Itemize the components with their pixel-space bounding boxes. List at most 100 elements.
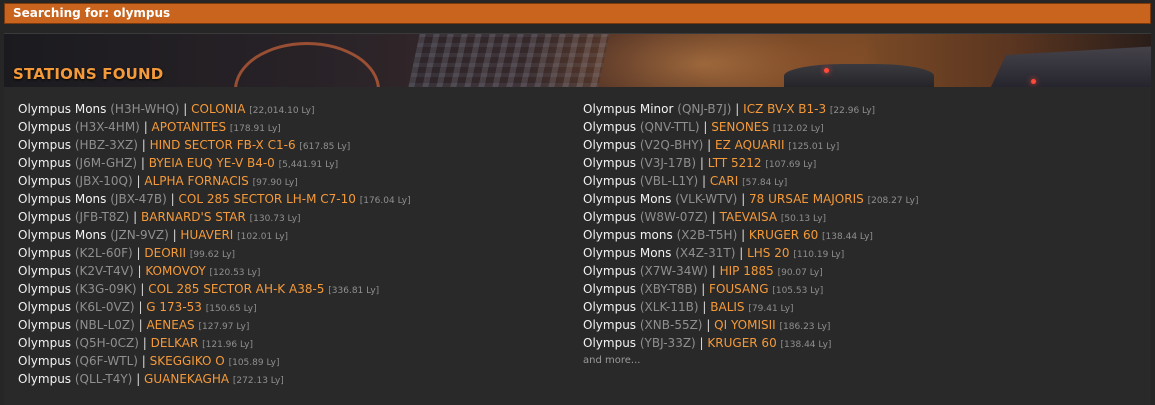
system-link[interactable]: HUAVERI: [180, 228, 233, 242]
system-link[interactable]: QI YOMISII: [714, 318, 776, 332]
separator: |: [139, 120, 152, 134]
system-link[interactable]: COLONIA: [191, 102, 245, 116]
station-code: (H3H-WHQ): [110, 102, 180, 116]
station-name: Olympus Mons: [18, 192, 107, 206]
system-link[interactable]: 78 URSAE MAJORIS: [749, 192, 864, 206]
station-distance: [120.53 Ly]: [209, 268, 261, 278]
separator: |: [737, 228, 749, 242]
system-link[interactable]: ICZ BV-X B1-3: [743, 102, 826, 116]
system-link[interactable]: ALPHA FORNACIS: [144, 174, 248, 188]
station-row: Olympus (K2V-T4V) | KOMOVOY [120.53 Ly]: [18, 262, 411, 280]
system-link[interactable]: EZ AQUARII: [715, 138, 784, 152]
separator: |: [134, 318, 147, 332]
station-name: Olympus: [583, 120, 637, 134]
station-distance: [110.19 Ly]: [793, 250, 845, 260]
station-code: (QLL-T4Y): [74, 372, 133, 386]
separator: |: [138, 336, 151, 350]
station-name: Olympus: [18, 354, 72, 368]
station-row: Olympus (XNB-55Z) | QI YOMISII [186.23 L…: [583, 316, 918, 334]
station-name: Olympus: [18, 318, 72, 332]
banner-light: [1031, 79, 1036, 84]
station-name: Olympus Mons: [18, 102, 107, 116]
station-distance: [176.04 Ly]: [359, 196, 411, 206]
system-link[interactable]: SENONES: [711, 120, 769, 134]
system-link[interactable]: HIP 1885: [720, 264, 774, 278]
station-code: (X7W-34W): [639, 264, 708, 278]
separator: |: [137, 138, 150, 152]
system-link[interactable]: DEORII: [144, 246, 186, 260]
system-link[interactable]: SKEGGIKO O: [150, 354, 225, 368]
system-link[interactable]: CARI: [710, 174, 738, 188]
system-link[interactable]: APOTANITES: [152, 120, 227, 134]
station-code: (QNJ-B7J): [677, 102, 732, 116]
station-name: Olympus: [18, 138, 72, 152]
station-row: Olympus (NBL-L0Z) | AENEAS [127.97 Ly]: [18, 316, 411, 334]
separator: |: [696, 156, 708, 170]
station-distance: [22.96 Ly]: [829, 106, 876, 116]
station-name: Olympus: [18, 156, 72, 170]
system-link[interactable]: DELKAR: [151, 336, 199, 350]
section-title: STATIONS FOUND: [13, 65, 164, 83]
system-link[interactable]: GUANEKAGHA: [144, 372, 229, 386]
station-code: (Q5H-0CZ): [74, 336, 139, 350]
system-link[interactable]: KRUGER 60: [749, 228, 818, 242]
station-name: Olympus mons: [583, 228, 673, 242]
station-name: Olympus: [18, 264, 72, 278]
station-row: Olympus (K3G-09K) | COL 285 SECTOR AH-K …: [18, 280, 411, 298]
separator: |: [707, 210, 720, 224]
station-code: (JFB-T8Z): [74, 210, 130, 224]
station-distance: [121.96 Ly]: [202, 340, 254, 350]
system-link[interactable]: TAEVAISA: [720, 210, 777, 224]
separator: |: [702, 318, 715, 332]
station-code: (YBJ-33Z): [639, 336, 696, 350]
separator: |: [737, 192, 750, 206]
results-panel: STATIONS FOUND Olympus Mons (H3H-WHQ) | …: [4, 33, 1151, 405]
station-distance: [5,441.91 Ly]: [278, 160, 339, 170]
separator: |: [697, 282, 710, 296]
separator: |: [707, 264, 720, 278]
station-row: Olympus (Q6F-WTL) | SKEGGIKO O [105.89 L…: [18, 352, 411, 370]
system-link[interactable]: G 173-53: [146, 300, 202, 314]
station-name: Olympus Minor: [583, 102, 674, 116]
station-name: Olympus Mons: [583, 246, 672, 260]
station-name: Olympus: [18, 336, 72, 350]
station-row: Olympus (V3J-17B) | LTT 5212 [107.69 Ly]: [583, 154, 918, 172]
banner-ship: [784, 64, 934, 87]
separator: |: [132, 174, 145, 188]
station-name: Olympus: [18, 210, 72, 224]
system-link[interactable]: COL 285 SECTOR LH-M C7-10: [179, 192, 356, 206]
station-distance: [112.02 Ly]: [772, 124, 824, 134]
station-distance: [138.44 Ly]: [822, 232, 873, 242]
station-code: (XBY-T8B): [639, 282, 698, 296]
station-name: Olympus: [18, 282, 72, 296]
system-link[interactable]: LTT 5212: [708, 156, 762, 170]
system-link[interactable]: LHS 20: [747, 246, 789, 260]
separator: |: [136, 282, 149, 296]
system-link[interactable]: KRUGER 60: [707, 336, 776, 350]
station-name: Olympus: [583, 318, 637, 332]
separator: |: [695, 336, 708, 350]
station-distance: [50.13 Ly]: [780, 214, 827, 224]
station-name: Olympus Mons: [18, 228, 107, 242]
search-status-text: Searching for: olympus: [13, 6, 171, 20]
system-link[interactable]: COL 285 SECTOR AH-K A38-5: [148, 282, 324, 296]
station-distance: [99.62 Ly]: [189, 250, 236, 260]
station-name: Olympus Mons: [583, 192, 672, 206]
station-code: (XNB-55Z): [639, 318, 703, 332]
header-banner: STATIONS FOUND: [4, 34, 1151, 87]
station-code: (X2B-T5H): [676, 228, 738, 242]
system-link[interactable]: AENEAS: [146, 318, 194, 332]
station-row: Olympus (JFB-T8Z) | BARNARD'S STAR [130.…: [18, 208, 411, 226]
system-link[interactable]: HIND SECTOR FB-X C1-6: [150, 138, 296, 152]
system-link[interactable]: BALIS: [710, 300, 744, 314]
system-link[interactable]: BYEIA EUQ YE-V B4-0: [149, 156, 275, 170]
system-link[interactable]: KOMOVOY: [145, 264, 205, 278]
station-row: Olympus Mons (X4Z-31T) | LHS 20 [110.19 …: [583, 244, 918, 262]
more-link[interactable]: and more...: [583, 352, 918, 370]
station-code: (V2Q-BHY): [639, 138, 704, 152]
system-link[interactable]: BARNARD'S STAR: [141, 210, 246, 224]
station-distance: [125.01 Ly]: [788, 142, 840, 152]
system-link[interactable]: FOUSANG: [709, 282, 768, 296]
separator: |: [134, 300, 147, 314]
station-row: Olympus (K6L-0VZ) | G 173-53 [150.65 Ly]: [18, 298, 411, 316]
